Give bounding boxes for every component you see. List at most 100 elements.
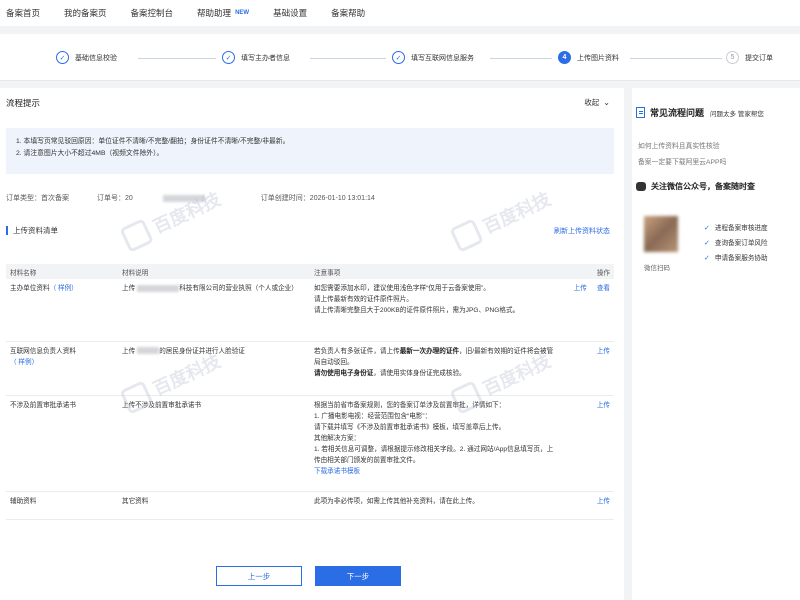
- step-label: 基础信息校验: [75, 54, 117, 62]
- process-title: 流程提示: [6, 98, 41, 108]
- prev-step-button[interactable]: 上一步: [216, 566, 302, 586]
- hint-box: 1. 本填写页常见驳回原因：单位证件不清晰/不完整/翻拍；身份证件不清晰/不完整…: [6, 128, 614, 174]
- material-name-text: 主办单位资料: [10, 285, 50, 292]
- step-number: 5: [726, 51, 739, 64]
- progress-steps: ✓ 基础信息校验 ✓ 填写主办者信息 ✓ 填写互联网信息服务 4 上传图片资料 …: [0, 34, 800, 80]
- faq-subtitle[interactable]: 问题太多 管家帮您: [710, 108, 764, 118]
- note-line: 请上传清晰完整且大于200KB的证件原件照片，需为JPG、PNG格式。: [314, 307, 520, 314]
- download-template-link[interactable]: 下载承诺书模板: [314, 466, 556, 477]
- nav-home[interactable]: 备案首页: [6, 7, 40, 19]
- order-type: 订单类型：首次备案: [6, 195, 69, 202]
- check-icon: ✓: [704, 255, 710, 262]
- table-header: 材料名称 材料说明 注意事项 操作: [6, 264, 614, 279]
- step-label: 填写主办者信息: [241, 54, 290, 62]
- hint-line: 2. 请注意图片大小不超过4MB（视频文件除外）。: [16, 150, 164, 157]
- note-bold: 最新一次办理的证件: [399, 347, 460, 355]
- table-row: 不涉及前置审批承诺书 上传不涉及前置审批承诺书 根据当前省市备案规则，您的备案订…: [6, 395, 614, 492]
- faq-link[interactable]: 备案一定要下载阿里云APP吗: [638, 156, 726, 166]
- material-name: 互联网信息负责人资料 （ 样例）: [6, 341, 118, 396]
- header-desc: 材料说明: [118, 264, 310, 279]
- note-line: 若负责人有多张证件，请上传最新一次办理的证件，旧/最新有效期的证件将会被管局自动…: [314, 346, 556, 368]
- material-name-text: 互联网信息负责人资料: [10, 347, 76, 355]
- benefit-list: ✓ 进程备案审核进度 ✓ 查询备案订单风险 ✓ 申请备案服务协助: [704, 221, 768, 266]
- benefit-item: ✓ 查询备案订单风险: [704, 236, 768, 251]
- step-connector: [310, 58, 386, 59]
- watermark-logo: [449, 218, 484, 253]
- qr-code: [644, 216, 678, 252]
- check-icon: ✓: [56, 51, 69, 64]
- step-connector: [630, 58, 722, 59]
- nav-assistant-label: 帮助助理: [197, 8, 232, 18]
- note-text: 若负责人有多张证件，请上传: [314, 347, 400, 355]
- collapse-label: 收起: [584, 98, 600, 107]
- nav-settings[interactable]: 基础设置: [273, 7, 307, 19]
- faq-title: 常见流程问题: [650, 108, 705, 118]
- material-notes: 如您需要添加水印，建议使用浅色字样“仅用于云备案使用”。 请上传最新有效的证件原…: [310, 279, 560, 342]
- step-3: ✓ 填写互联网信息服务: [392, 51, 474, 64]
- new-badge: NEW: [235, 10, 250, 16]
- material-actions: 上传: [560, 341, 614, 396]
- upload-button[interactable]: 上传: [597, 400, 610, 411]
- collapse-toggle[interactable]: 收起 ⌄: [584, 97, 610, 108]
- upload-list-title: 上传资料清单: [6, 226, 58, 235]
- step-connector: [138, 58, 216, 59]
- check-icon: ✓: [704, 240, 710, 247]
- check-icon: ✓: [704, 225, 710, 232]
- upload-button[interactable]: 上传: [597, 496, 610, 507]
- header-notes: 注意事项: [310, 264, 560, 279]
- material-desc: 上传不涉及前置审批承诺书: [118, 395, 310, 492]
- step-label: 填写互联网信息服务: [411, 54, 474, 62]
- refresh-status-link[interactable]: 刷新上传资料状态: [554, 226, 610, 236]
- step-5: 5 提交订单: [726, 51, 773, 64]
- step-4: 4 上传图片资料: [558, 51, 619, 64]
- desc-text: 上传: [122, 347, 136, 355]
- step-2: ✓ 填写主办者信息: [222, 51, 290, 64]
- watermark-logo: [119, 218, 154, 253]
- note-line: 如您需要添加水印，建议使用浅色字样“仅用于云备案使用”。: [314, 285, 490, 292]
- example-link[interactable]: （ 样例）: [50, 285, 78, 292]
- chevron-down-icon: ⌄: [603, 98, 610, 107]
- wechat-header: 关注微信公众号，备案随时查: [636, 181, 755, 192]
- material-desc: 上传 的居民身份证并进行人脸验证: [118, 341, 310, 396]
- redacted-block: [137, 284, 180, 292]
- nav-my-filings[interactable]: 我的备案页: [64, 7, 107, 19]
- desc-text: 科技有限公司的营业执照（个人或企业）: [179, 285, 298, 292]
- step-label: 上传图片资料: [577, 54, 619, 62]
- benefit-text: 查询备案订单风险: [714, 240, 768, 247]
- upload-button[interactable]: 上传: [597, 346, 610, 357]
- check-icon: ✓: [392, 51, 405, 64]
- note-line: 根据当前省市备案规则，您的备案订单涉及前置审批，详情如下：: [314, 401, 506, 409]
- benefit-item: ✓ 进程备案审核进度: [704, 221, 768, 236]
- order-number-label: 订单号：20: [97, 195, 133, 202]
- note-line: 请勿使用电子身份证，请使用实体身份证完成核验。: [314, 368, 556, 379]
- material-notes: 此项为非必传项，如需上传其他补充资料，请在此上传。: [310, 491, 560, 520]
- material-desc: 其它资料: [118, 491, 310, 520]
- main-panel: 流程提示 收起 ⌄ 1. 本填写页常见驳回原因：单位证件不清晰/不完整/翻拍；身…: [0, 88, 624, 600]
- next-step-button[interactable]: 下一步: [315, 566, 401, 586]
- faq-link[interactable]: 如何上传资料且真实性核验: [638, 140, 720, 150]
- upload-table: 材料名称 材料说明 注意事项 操作 主办单位资料（ 样例） 上传 科技有限公司的营…: [6, 264, 614, 520]
- material-notes: 根据当前省市备案规则，您的备案订单涉及前置审批，详情如下： 1. 广播电影电视：…: [310, 395, 560, 492]
- step-label: 提交订单: [745, 54, 773, 62]
- view-button[interactable]: 查看: [597, 283, 610, 294]
- desc-text: 上传: [122, 285, 136, 292]
- nav-assistant[interactable]: 帮助助理 NEW: [197, 7, 249, 19]
- table-row: 辅助资料 其它资料 此项为非必传项，如需上传其他补充资料，请在此上传。 上传: [6, 491, 614, 520]
- order-info: 订单类型：首次备案 订单号：20 订单创建时间：2026-01-10 13:01…: [6, 193, 403, 203]
- nav-console[interactable]: 备案控制台: [131, 7, 174, 19]
- order-created-time: 订单创建时间：2026-01-10 13:01:14: [260, 195, 375, 202]
- document-icon: [636, 107, 645, 118]
- benefit-text: 进程备案审核进度: [714, 225, 768, 232]
- order-number: 订单号：20: [97, 193, 233, 203]
- benefit-text: 申请备案服务协助: [714, 255, 768, 262]
- nav-help[interactable]: 备案帮助: [331, 7, 365, 19]
- help-side-panel: 常见流程问题 问题太多 管家帮您 如何上传资料且真实性核验 备案一定要下载阿里云…: [632, 88, 800, 600]
- note-line: 请下载并填写《不涉及前置审批承诺书》模板，填写盖章后上传。: [314, 423, 506, 431]
- table-row: 主办单位资料（ 样例） 上传 科技有限公司的营业执照（个人或企业） 如您需要添加水…: [6, 279, 614, 342]
- benefit-item: ✓ 申请备案服务协助: [704, 251, 768, 266]
- redacted-block: [137, 347, 160, 355]
- example-link[interactable]: （ 样例）: [10, 359, 38, 366]
- watermark-text: 百度科技: [480, 188, 554, 238]
- wechat-title: 关注微信公众号，备案随时查: [651, 182, 755, 191]
- upload-button[interactable]: 上传: [574, 283, 587, 294]
